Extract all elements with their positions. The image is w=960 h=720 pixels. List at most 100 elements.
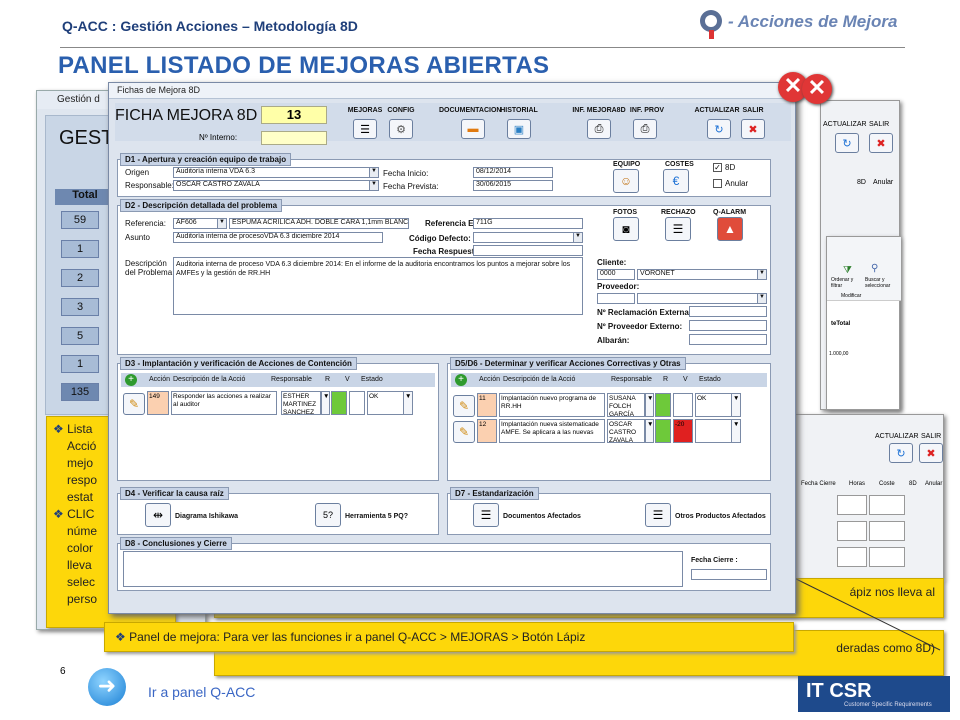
proveedor-ext-field[interactable] <box>689 320 767 331</box>
asunto-field[interactable]: Auditoría interna de procesoVDA 6.3 dici… <box>173 232 383 243</box>
desc-label: Descripción <box>125 259 167 268</box>
section-title: D1 - Apertura y creación equipo de traba… <box>120 153 292 166</box>
camera-icon[interactable]: ◙ <box>613 217 639 241</box>
accion-desc[interactable]: Responder las acciones a realizar al aud… <box>171 391 277 415</box>
close-icon[interactable]: ✖ <box>869 133 893 153</box>
add-icon[interactable]: + <box>455 374 467 386</box>
conclusiones-textarea[interactable] <box>123 551 683 587</box>
cliente-name-select[interactable]: VORONET ▼ <box>637 269 767 280</box>
chevron-down-icon[interactable]: ▼ <box>369 181 378 190</box>
chevron-down-icon[interactable]: ▼ <box>217 219 226 228</box>
albaran-field[interactable] <box>689 334 767 345</box>
fecha-inicio-field[interactable]: 08/12/2014 <box>473 167 553 178</box>
count-button[interactable]: 2 <box>61 269 99 287</box>
proveedor-name-select[interactable]: ▼ <box>637 293 767 304</box>
alarm-icon[interactable]: ▲ <box>717 217 743 241</box>
reclamacion-ext-field[interactable] <box>689 306 767 317</box>
docs-label: Documentos Afectados <box>503 513 581 520</box>
excel-search-label: Buscar y seleccionar <box>865 277 891 289</box>
count-button[interactable]: 5 <box>61 327 99 345</box>
list-icon[interactable]: ☰ <box>645 503 671 527</box>
proveedor-code-field[interactable] <box>597 293 635 304</box>
config-label: CONFIG <box>387 107 415 114</box>
count-total-button[interactable]: 135 <box>61 383 99 401</box>
count-button[interactable]: 59 <box>61 211 99 229</box>
cb-anular-label: Anular <box>725 179 749 188</box>
accion-desc[interactable]: Implantación nuevo programa de RR.HH <box>499 393 605 417</box>
close-icon[interactable]: ✖ <box>741 119 765 139</box>
itcsr-logo: IT CSR Customer Specific Requirements <box>798 676 950 712</box>
filter-icon[interactable]: ⧩ <box>843 265 852 276</box>
checkbox-8d[interactable]: ✓ <box>713 163 722 172</box>
pencil-icon[interactable]: ✎ <box>453 421 475 443</box>
count-button[interactable]: 1 <box>61 240 99 258</box>
col-r: R <box>325 376 331 383</box>
arrow-right-icon[interactable]: ➜ <box>88 668 126 706</box>
refresh-icon[interactable]: ↻ <box>707 119 731 139</box>
close-icon[interactable]: ✖ <box>919 443 943 463</box>
col-accion: Acción <box>149 376 171 383</box>
refresh-icon[interactable]: ↻ <box>835 133 859 153</box>
fecha-respuesta-field[interactable] <box>473 245 583 256</box>
chevron-down-icon[interactable]: ▼ <box>731 393 741 417</box>
printer-icon[interactable]: ⎙ <box>633 119 657 139</box>
page-title: PANEL LISTADO DE MEJORAS ABIERTAS <box>58 52 550 79</box>
actualizar-label: ACTUALIZAR <box>823 121 867 128</box>
excel-sort-label: Ordenar y filtrar <box>831 277 854 289</box>
chevron-down-icon[interactable]: ▼ <box>369 168 378 177</box>
descripcion-textarea[interactable]: Auditoria interna de proceso VDA 6.3 dic… <box>173 257 583 315</box>
responsable-select[interactable]: OSCAR CASTRO ZAVALA ▼ <box>173 180 379 191</box>
col-accion: Acción <box>479 376 501 383</box>
chevron-down-icon[interactable]: ▼ <box>645 393 654 417</box>
referencia-select[interactable]: AF606 ▼ <box>173 218 227 229</box>
gear-icon[interactable]: ⚙ <box>389 119 413 139</box>
window-title: Fichas de Mejora 8D <box>109 83 795 99</box>
close-icon[interactable]: ✕ <box>802 74 832 104</box>
chevron-down-icon[interactable]: ▼ <box>321 391 330 415</box>
euro-icon[interactable]: € <box>663 169 689 193</box>
team-icon[interactable]: ☺ <box>613 169 639 193</box>
logo-text: - Acciones de Mejora <box>728 12 898 31</box>
referencia-label: Referencia: <box>125 219 166 228</box>
add-icon[interactable]: + <box>125 374 137 386</box>
count-button[interactable]: 1 <box>61 355 99 373</box>
go-to-panel-link[interactable]: Ir a panel Q-ACC <box>148 684 255 700</box>
cliente-code-field[interactable]: 0000 <box>597 269 635 280</box>
ficha-number-field[interactable]: 13 <box>261 106 327 124</box>
ref-ext-field[interactable]: 711G <box>473 218 583 229</box>
folder-icon[interactable]: ▬ <box>461 119 485 139</box>
image-icon[interactable]: ▣ <box>507 119 531 139</box>
chevron-down-icon[interactable]: ▼ <box>731 419 741 443</box>
checkbox-anular[interactable] <box>713 179 722 188</box>
pencil-icon[interactable]: ✎ <box>123 393 145 415</box>
col-v: V <box>345 376 350 383</box>
codigo-defecto-select[interactable]: ▼ <box>473 232 583 243</box>
numero-interno-field[interactable] <box>261 131 327 145</box>
binoculars-icon[interactable]: ⚲ <box>871 263 878 274</box>
col-anular: Anular <box>873 179 894 186</box>
accion-desc[interactable]: Implantación nueva sistematicade AMFE. S… <box>499 419 605 443</box>
fecha-prevista-field[interactable]: 30/06/2015 <box>473 180 553 191</box>
fishbone-icon[interactable]: ⇹ <box>145 503 171 527</box>
accion-resp[interactable]: SUSANA FOLCH GARCÍA <box>607 393 645 417</box>
chevron-down-icon[interactable]: ▼ <box>757 294 766 303</box>
chevron-down-icon[interactable]: ▼ <box>645 419 654 443</box>
five-pq-icon[interactable]: 5? <box>315 503 341 527</box>
chevron-down-icon[interactable]: ▼ <box>573 233 582 242</box>
printer-icon[interactable]: ⎙ <box>587 119 611 139</box>
numero-interno-label: Nº Interno: <box>199 133 238 142</box>
referencia-desc-field[interactable]: ESPUMA ACRÍLICA ADH. DOBLE CARA 1,1mm BL… <box>229 218 409 229</box>
accion-resp[interactable]: OSCAR CASTRO ZAVALA <box>607 419 645 443</box>
chevron-down-icon[interactable]: ▼ <box>757 270 766 279</box>
count-button[interactable]: 3 <box>61 298 99 316</box>
ficha-mejora-window: Fichas de Mejora 8D FICHA MEJORA 8D 13 N… <box>108 82 796 614</box>
pencil-icon[interactable]: ✎ <box>453 395 475 417</box>
list-icon[interactable]: ☰ <box>473 503 499 527</box>
chevron-down-icon[interactable]: ▼ <box>403 391 413 415</box>
list-icon[interactable]: ☰ <box>353 119 377 139</box>
accion-resp[interactable]: ESTHER MARTINEZ SANCHEZ <box>281 391 321 415</box>
fecha-cierre-field[interactable] <box>691 569 767 580</box>
origen-select[interactable]: Auditoría interna VDA 6.3 ▼ <box>173 167 379 178</box>
list-icon[interactable]: ☰ <box>665 217 691 241</box>
refresh-icon[interactable]: ↻ <box>889 443 913 463</box>
